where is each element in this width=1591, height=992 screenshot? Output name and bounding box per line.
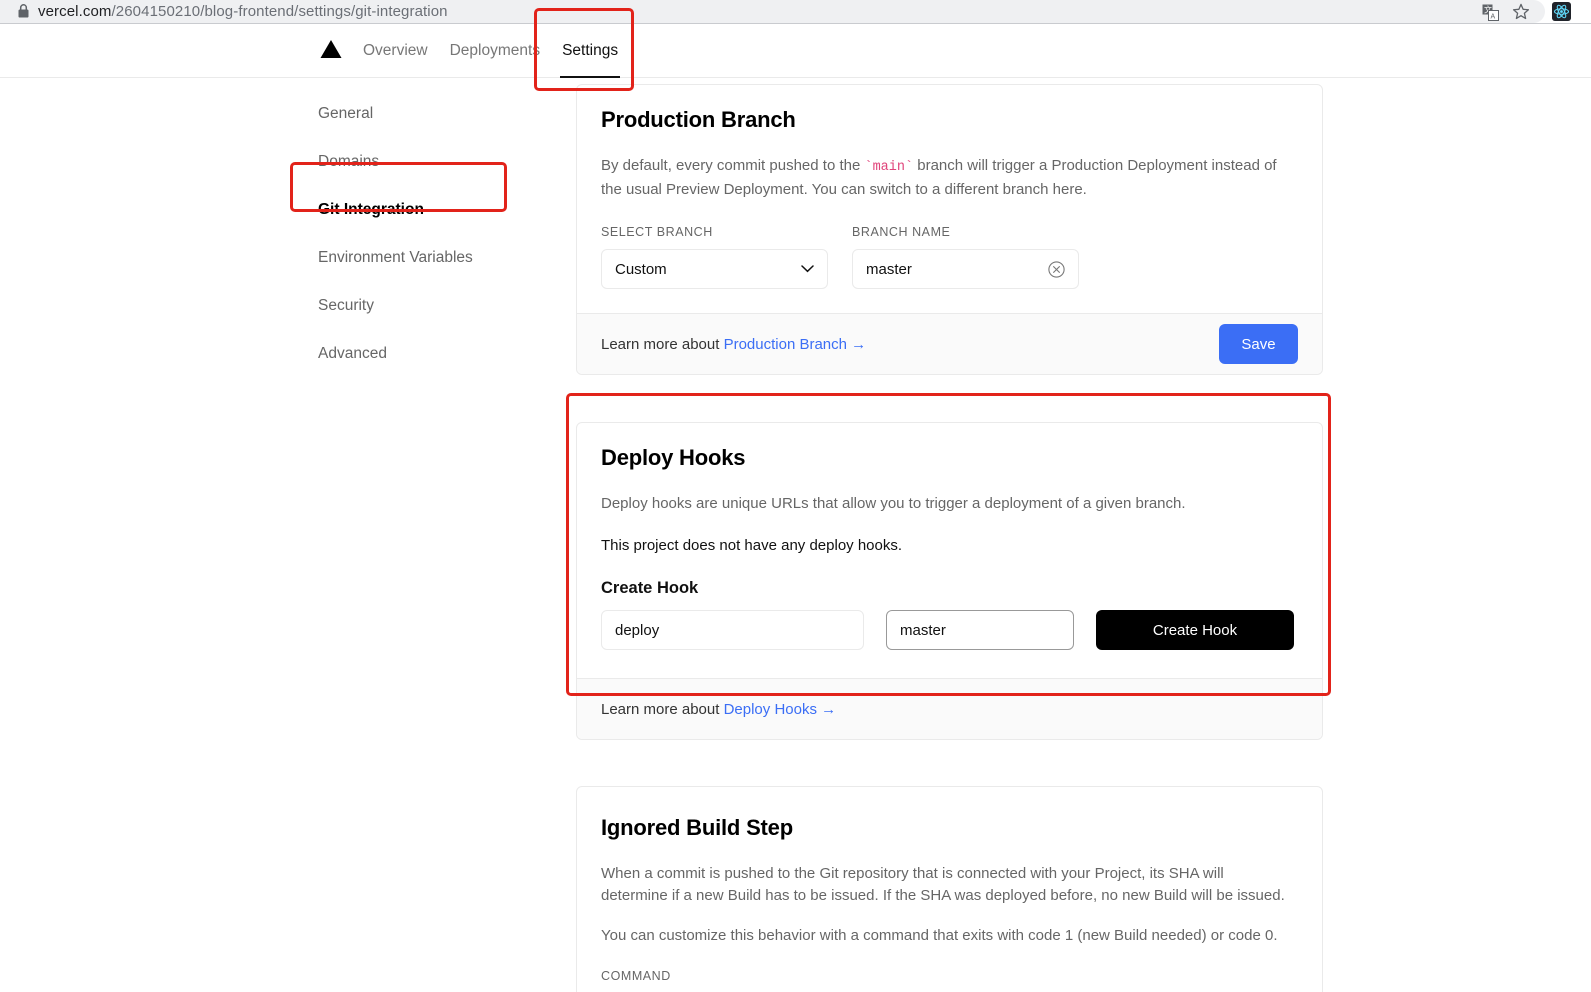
url-domain: vercel.com [38, 3, 112, 20]
ignored-build-step-title: Ignored Build Step [601, 815, 1298, 841]
sidebar-item-general[interactable]: General [318, 95, 518, 133]
learn-more-text: Learn more about [601, 336, 724, 353]
nav-links: Overview Deployments Settings [352, 24, 629, 78]
url-text: vercel.com/2604150210/blog-frontend/sett… [38, 2, 448, 21]
translate-icon[interactable]: 文 A [1482, 4, 1499, 21]
hook-branch-value: master [900, 622, 946, 639]
ignored-build-step-card: Ignored Build Step When a commit is push… [576, 786, 1323, 992]
deploy-hooks-empty-state: This project does not have any deploy ho… [601, 535, 1291, 557]
settings-content: Production Branch By default, every comm… [576, 84, 1323, 992]
browser-chrome: vercel.com/2604150210/blog-frontend/sett… [0, 0, 1591, 23]
clear-circle-icon[interactable] [1048, 261, 1065, 278]
production-branch-link[interactable]: Production Branch → [724, 336, 867, 353]
production-branch-footer: Learn more about Production Branch → Sav… [577, 313, 1322, 374]
branch-name-value: master [866, 261, 912, 278]
deploy-hooks-link[interactable]: Deploy Hooks → [724, 701, 837, 718]
app-navbar: Overview Deployments Settings [0, 24, 1591, 78]
sidebar-item-security[interactable]: Security [318, 287, 518, 325]
create-hook-row: deploy master Create Hook [601, 610, 1298, 650]
ignored-build-step-description-2: You can customize this behavior with a c… [601, 925, 1291, 947]
branch-fields-row: SELECT BRANCH Custom BRANCH NAME master [601, 225, 1298, 289]
nav-item-deployments[interactable]: Deployments [439, 24, 551, 78]
learn-more-text: Learn more about [601, 701, 724, 718]
hook-name-input[interactable]: deploy [601, 610, 864, 650]
settings-sidebar: General Domains Git Integration Environm… [318, 95, 518, 383]
star-icon[interactable] [1512, 3, 1530, 21]
hook-branch-input[interactable]: master [886, 610, 1074, 650]
nav-item-settings[interactable]: Settings [551, 24, 629, 78]
react-devtools-icon[interactable] [1552, 2, 1571, 21]
url-path: /2604150210/blog-frontend/settings/git-i… [112, 3, 448, 20]
hook-name-value: deploy [615, 622, 659, 639]
deploy-hooks-card: Deploy Hooks Deploy hooks are unique URL… [576, 422, 1323, 740]
branch-name-input[interactable]: master [852, 249, 1079, 289]
create-hook-heading: Create Hook [601, 579, 1298, 598]
deploy-hooks-description: Deploy hooks are unique URLs that allow … [601, 493, 1291, 515]
deploy-hooks-footer: Learn more about Deploy Hooks → [577, 678, 1322, 739]
select-branch-value: Custom [615, 261, 667, 278]
ignored-build-step-description-1: When a commit is pushed to the Git repos… [601, 863, 1291, 907]
deploy-hooks-footer-text: Learn more about Deploy Hooks → [601, 701, 836, 718]
production-branch-footer-text: Learn more about Production Branch → [601, 336, 866, 353]
command-label: COMMAND [601, 969, 1298, 983]
nav-item-overview[interactable]: Overview [352, 24, 439, 78]
production-branch-title: Production Branch [601, 107, 1298, 133]
sidebar-item-advanced[interactable]: Advanced [318, 335, 518, 373]
save-button[interactable]: Save [1219, 324, 1298, 364]
production-branch-card: Production Branch By default, every comm… [576, 84, 1323, 375]
lock-icon [18, 4, 29, 18]
branch-name-label: BRANCH NAME [852, 225, 1079, 239]
address-bar[interactable]: vercel.com/2604150210/blog-frontend/sett… [0, 0, 1545, 23]
svg-text:A: A [1491, 13, 1496, 20]
select-branch-dropdown[interactable]: Custom [601, 249, 828, 289]
select-branch-label: SELECT BRANCH [601, 225, 828, 239]
sidebar-item-git-integration[interactable]: Git Integration [318, 191, 518, 229]
create-hook-button[interactable]: Create Hook [1096, 610, 1294, 650]
desc-part-1: By default, every commit pushed to the [601, 157, 864, 174]
deploy-hooks-title: Deploy Hooks [601, 445, 1298, 471]
chevron-down-icon [801, 265, 814, 273]
vercel-triangle-logo[interactable] [320, 39, 342, 59]
production-branch-description: By default, every commit pushed to the `… [601, 155, 1291, 201]
sidebar-item-domains[interactable]: Domains [318, 143, 518, 181]
main-branch-code: `main` [864, 160, 913, 175]
sidebar-item-environment-variables[interactable]: Environment Variables [318, 239, 518, 277]
